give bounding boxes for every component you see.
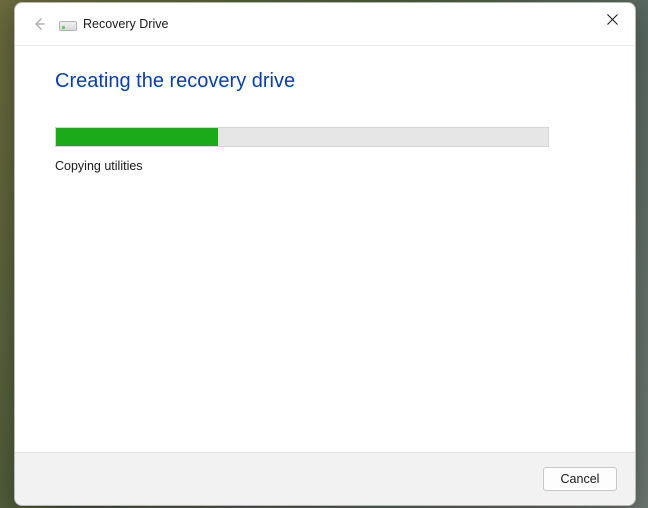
cancel-button[interactable]: Cancel (543, 467, 617, 491)
close-button[interactable] (589, 3, 635, 35)
status-text: Copying utilities (55, 159, 595, 173)
page-heading: Creating the recovery drive (55, 70, 595, 93)
titlebar: Recovery Drive (15, 3, 635, 46)
progress-fill (56, 128, 218, 146)
wizard-footer: Cancel (15, 452, 635, 505)
wizard-content: Creating the recovery drive Copying util… (15, 46, 635, 452)
recovery-drive-wizard-window: Recovery Drive Creating the recovery dri… (14, 2, 636, 506)
progress-bar (55, 127, 549, 147)
close-icon (607, 14, 618, 25)
window-title: Recovery Drive (83, 17, 168, 31)
drive-icon (59, 17, 77, 31)
back-button (25, 10, 53, 38)
arrow-left-icon (31, 16, 47, 32)
